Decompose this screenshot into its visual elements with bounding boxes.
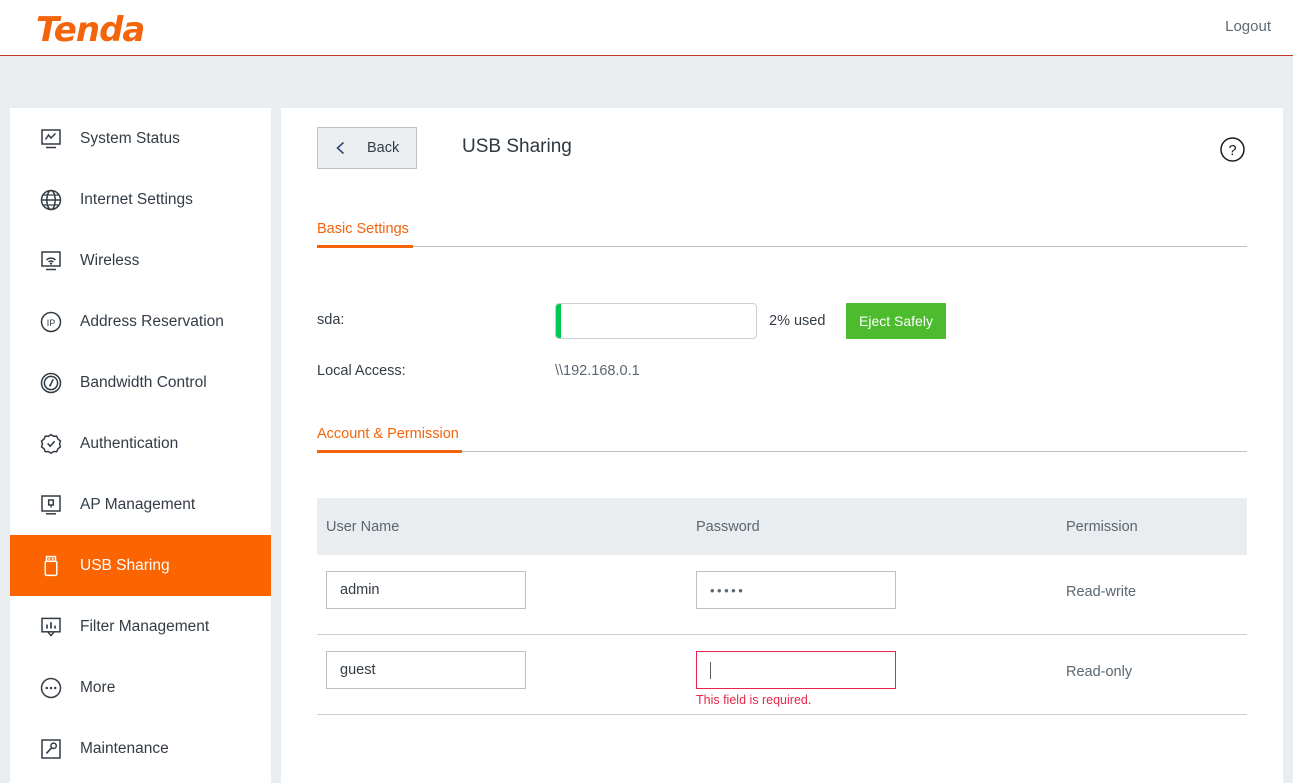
- sidebar-item-label: AP Management: [80, 495, 196, 513]
- back-button[interactable]: Back: [317, 127, 417, 169]
- sidebar-item-label: Internet Settings: [80, 190, 193, 208]
- access-point-icon: [38, 492, 64, 518]
- text-caret: [710, 661, 711, 679]
- usb-drive-icon: [38, 553, 64, 579]
- globe-icon: [38, 187, 64, 213]
- sidebar-item-usb-sharing[interactable]: USB Sharing: [10, 535, 271, 596]
- sidebar-item-label: Bandwidth Control: [80, 373, 207, 391]
- sidebar-item-wireless[interactable]: Wireless: [10, 230, 271, 291]
- sidebar-item-more[interactable]: More: [10, 657, 271, 718]
- local-access-label: Local Access:: [317, 363, 406, 379]
- wifi-monitor-icon: [38, 248, 64, 274]
- question-circle-icon[interactable]: ?: [1219, 136, 1246, 163]
- table-row: guest Read-only This field is required.: [317, 635, 1247, 715]
- username-input[interactable]: guest: [326, 651, 526, 689]
- sidebar-item-filter-management[interactable]: Filter Management: [10, 596, 271, 657]
- table-row: admin ••••• Read-write: [317, 555, 1247, 635]
- password-input[interactable]: [696, 651, 896, 689]
- tab-account-permission-rule: [317, 450, 1247, 453]
- wrench-icon: [38, 736, 64, 762]
- logout-link[interactable]: Logout: [1225, 18, 1271, 35]
- sidebar-item-ap-management[interactable]: AP Management: [10, 474, 271, 535]
- sidebar-item-label: Wireless: [80, 251, 140, 269]
- top-bar: Tenda Logout: [0, 0, 1293, 56]
- sidebar-item-label: Filter Management: [80, 617, 210, 635]
- gauge-icon: [38, 370, 64, 396]
- disk-label: sda:: [317, 312, 345, 328]
- disk-usage-progress-fill: [556, 304, 561, 338]
- account-permission-table: User Name Password Permission admin •••••…: [317, 498, 1247, 715]
- monitor-chart-icon: [38, 126, 64, 152]
- sidebar-item-maintenance[interactable]: Maintenance: [10, 718, 271, 779]
- chevron-left-icon: [334, 141, 348, 155]
- svg-text:?: ?: [1228, 143, 1236, 159]
- local-access-value: \\192.168.0.1: [555, 363, 640, 379]
- eject-safely-button[interactable]: Eject Safely: [846, 303, 946, 339]
- main-panel: Back USB Sharing ? Basic Settings sda: 2…: [281, 108, 1283, 783]
- filter-chart-icon: [38, 614, 64, 640]
- tenda-logo: Tenda: [36, 10, 145, 50]
- badge-check-icon: [38, 431, 64, 457]
- sidebar-item-address-reservation[interactable]: IP Address Reservation: [10, 291, 271, 352]
- validation-error-message: This field is required.: [696, 693, 812, 707]
- sidebar-item-label: Maintenance: [80, 739, 169, 757]
- column-header-permission: Permission: [1066, 518, 1138, 535]
- sidebar-item-authentication[interactable]: Authentication: [10, 413, 271, 474]
- tab-basic-settings-label: Basic Settings: [317, 221, 409, 237]
- sidebar-item-label: Address Reservation: [80, 312, 224, 330]
- sidebar-item-label: Authentication: [80, 434, 179, 452]
- tab-basic-settings-rule: [317, 245, 1247, 248]
- back-button-label: Back: [367, 140, 400, 156]
- permission-value: Read-only: [1066, 664, 1133, 680]
- sidebar-item-system-status[interactable]: System Status: [10, 108, 271, 169]
- sidebar-item-internet-settings[interactable]: Internet Settings: [10, 169, 271, 230]
- tab-basic-settings[interactable]: Basic Settings: [317, 220, 1247, 248]
- column-header-username: User Name: [326, 518, 400, 535]
- username-input[interactable]: admin: [326, 571, 526, 609]
- tab-active-underline: [317, 450, 462, 453]
- ellipsis-circle-icon: [38, 675, 64, 701]
- sidebar-item-bandwidth-control[interactable]: Bandwidth Control: [10, 352, 271, 413]
- sidebar-item-label: More: [80, 678, 116, 696]
- tab-active-underline: [317, 245, 413, 248]
- column-header-password: Password: [696, 518, 760, 535]
- disk-used-label: 2% used: [769, 313, 826, 329]
- permission-value: Read-write: [1066, 584, 1137, 600]
- sidebar-item-label: USB Sharing: [80, 556, 170, 574]
- sidebar-item-label: System Status: [80, 129, 180, 147]
- password-masked-value: •••••: [710, 582, 746, 598]
- tab-account-permission-label: Account & Permission: [317, 426, 459, 442]
- svg-text:IP: IP: [47, 317, 56, 327]
- table-body: admin ••••• Read-write guest Read-only This f…: [317, 555, 1247, 715]
- disk-usage-row: sda: 2% used Eject Safely: [317, 303, 1247, 343]
- disk-usage-progressbar: [555, 303, 757, 339]
- page-title: USB Sharing: [462, 136, 572, 157]
- table-header-row: User Name Password Permission: [317, 498, 1247, 555]
- password-input[interactable]: •••••: [696, 571, 896, 609]
- local-access-row: Local Access: \\192.168.0.1: [317, 363, 1247, 387]
- ip-circle-icon: IP: [38, 309, 64, 335]
- tab-account-permission[interactable]: Account & Permission: [317, 425, 1247, 453]
- sidebar-nav: System Status Internet Settings Wireless IP…: [10, 108, 271, 783]
